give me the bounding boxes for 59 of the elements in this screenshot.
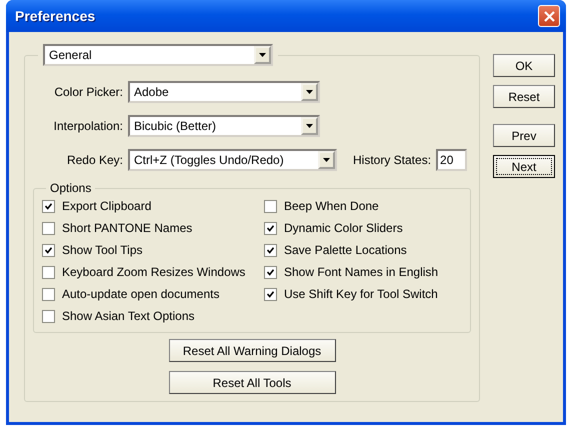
dropdown-value: Ctrl+Z (Toggles Undo/Redo) [133, 153, 285, 167]
check-mark-icon [267, 224, 274, 232]
page-dropdown[interactable]: General [43, 44, 273, 66]
checkbox-label: Show Font Names in English [284, 265, 438, 279]
close-icon [542, 10, 556, 22]
check-mark-icon [267, 290, 274, 298]
checkbox[interactable] [42, 222, 55, 234]
checkbox-label: Save Palette Locations [284, 243, 407, 257]
dialog-button[interactable]: Reset [493, 85, 555, 108]
check-mark-icon [267, 268, 274, 276]
checkbox[interactable] [264, 200, 277, 212]
checkbox-label: Use Shift Key for Tool Switch [284, 287, 438, 301]
checkbox[interactable] [264, 222, 277, 234]
check-mark-icon [45, 202, 52, 210]
dropdown[interactable]: Adobe [128, 81, 320, 103]
field-label: Color Picker: [53, 85, 124, 99]
close-button[interactable] [538, 5, 560, 27]
window-title: Preferences [15, 8, 96, 24]
group-title: Options [49, 181, 92, 195]
check-mark-icon [45, 246, 52, 254]
checkbox[interactable] [264, 244, 277, 256]
checkbox[interactable] [264, 288, 277, 300]
dropdown-arrow-button[interactable] [254, 46, 271, 64]
caret-icon [323, 158, 330, 162]
history-states-field[interactable]: 20 [436, 149, 468, 171]
dropdown-arrow-button[interactable] [301, 117, 318, 135]
checkbox[interactable] [42, 310, 55, 322]
checkbox-label: Show Tool Tips [62, 243, 142, 257]
dialog-button[interactable]: OK [493, 54, 555, 77]
checkbox-label: Show Asian Text Options [62, 309, 195, 323]
checkbox[interactable] [42, 266, 55, 278]
checkbox-label: Auto-update open documents [62, 287, 220, 301]
checkbox-label: Dynamic Color Sliders [284, 221, 403, 235]
field-label: Interpolation: [52, 119, 124, 133]
checkbox[interactable] [42, 200, 55, 212]
checkbox-label: Keyboard Zoom Resizes Windows [62, 265, 246, 279]
dropdown[interactable]: Bicubic (Better) [128, 115, 320, 137]
dropdown-value: Bicubic (Better) [133, 119, 218, 133]
reset-button[interactable]: Reset All Warning Dialogs [168, 339, 336, 362]
checkbox-label: Export Clipboard [62, 199, 152, 213]
dropdown[interactable]: Ctrl+Z (Toggles Undo/Redo) [128, 149, 337, 171]
checkbox[interactable] [264, 266, 277, 278]
dropdown-value: General [48, 48, 93, 62]
caret-icon [259, 53, 266, 57]
checkbox[interactable] [42, 244, 55, 256]
dropdown-value: Adobe [133, 85, 170, 99]
caret-icon [306, 124, 313, 128]
check-mark-icon [267, 246, 274, 254]
dropdown-arrow-button[interactable] [318, 151, 335, 169]
caret-icon [306, 90, 313, 94]
dialog-button[interactable]: Prev [493, 124, 555, 147]
field-label: Redo Key: [66, 153, 124, 167]
field-label: History States: [353, 153, 432, 167]
checkbox-label: Beep When Done [284, 199, 379, 213]
reset-button[interactable]: Reset All Tools [168, 371, 336, 394]
dialog-button[interactable]: Next [493, 155, 555, 178]
dropdown-arrow-button[interactable] [301, 83, 318, 101]
checkbox[interactable] [42, 288, 55, 300]
checkbox-label: Short PANTONE Names [62, 221, 192, 235]
